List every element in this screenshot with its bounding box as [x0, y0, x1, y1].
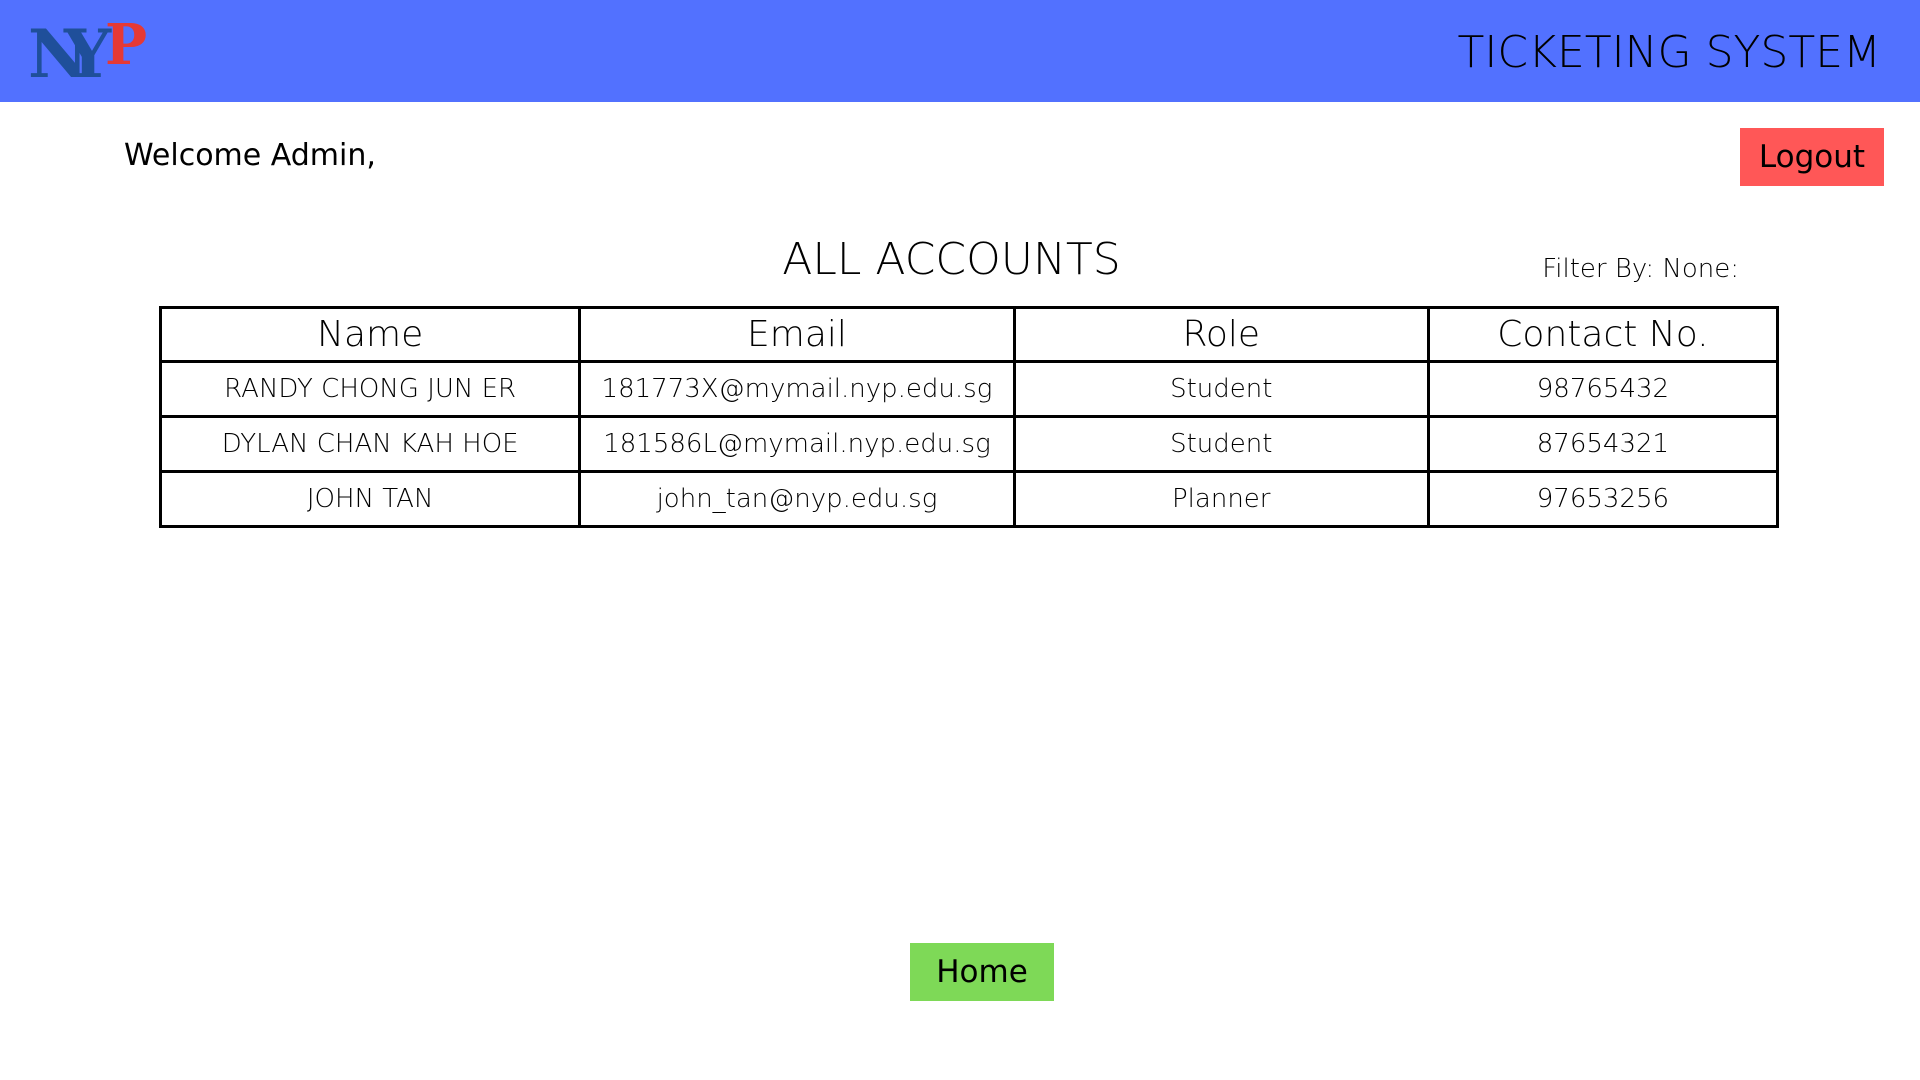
column-header-contact: Contact No. — [1429, 309, 1776, 360]
cell-contact: 97653256 — [1429, 473, 1776, 525]
top-header-bar: N Y P TICKETING SYSTEM — [0, 0, 1920, 102]
table-row: DYLAN CHAN KAH HOE 181586L@mymail.nyp.ed… — [162, 418, 1776, 470]
cell-contact: 87654321 — [1429, 418, 1776, 470]
cell-role: Planner — [1015, 473, 1427, 525]
logo-letter-p: P — [105, 16, 147, 78]
table-row: RANDY CHONG JUN ER 181773X@mymail.nyp.ed… — [162, 363, 1776, 415]
nyp-logo-icon: N Y P — [28, 16, 147, 84]
table-row: JOHN TAN john_tan@nyp.edu.sg Planner 976… — [162, 473, 1776, 525]
cell-contact: 98765432 — [1429, 363, 1776, 415]
cell-email: 181773X@mymail.nyp.edu.sg — [581, 363, 1013, 415]
cell-role: Student — [1015, 363, 1427, 415]
cell-email: john_tan@nyp.edu.sg — [581, 473, 1013, 525]
cell-name: DYLAN CHAN KAH HOE — [162, 418, 579, 470]
home-button[interactable]: Home — [910, 943, 1054, 1001]
nyp-logo: N Y P — [28, 16, 154, 84]
cell-name: RANDY CHONG JUN ER — [162, 363, 579, 415]
welcome-message: Welcome Admin, — [124, 138, 376, 173]
column-header-role: Role — [1015, 309, 1427, 360]
cell-email: 181586L@mymail.nyp.edu.sg — [581, 418, 1013, 470]
system-title: TICKETING SYSTEM — [1457, 27, 1881, 78]
accounts-table: Name Email Role Contact No. RANDY CHONG … — [159, 306, 1779, 528]
cell-role: Student — [1015, 418, 1427, 470]
logout-button[interactable]: Logout — [1740, 128, 1884, 186]
filter-selector[interactable]: Filter By: None: — [1542, 252, 1739, 286]
column-header-email: Email — [581, 309, 1013, 360]
table-header-row: Name Email Role Contact No. — [162, 309, 1776, 360]
column-header-name: Name — [162, 309, 579, 360]
cell-name: JOHN TAN — [162, 473, 579, 525]
